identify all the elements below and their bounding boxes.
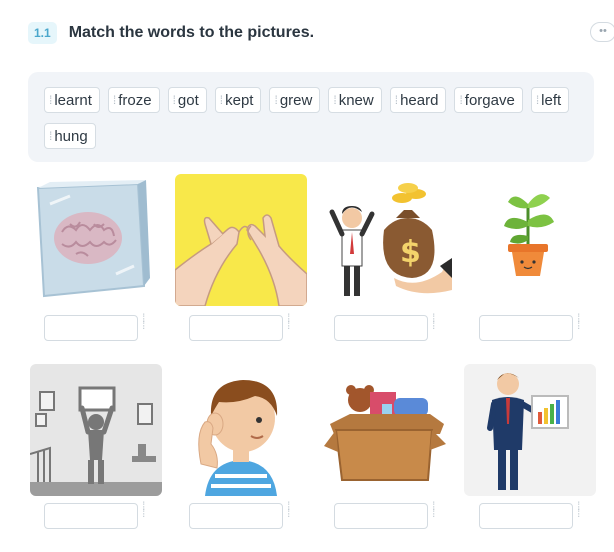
svg-text:$: $	[400, 235, 421, 270]
answer-slot-5[interactable]	[44, 503, 138, 529]
word-chip-hung[interactable]: ⁞ hung	[44, 123, 96, 149]
man-hanging-picture-icon	[30, 364, 162, 496]
word-chip-grew[interactable]: ⁞ grew	[269, 87, 321, 113]
picture-hanging	[30, 364, 162, 496]
answer-slot-7[interactable]	[334, 503, 428, 529]
drag-handle-icon: ⁞	[219, 93, 224, 107]
slot-drag-handle-icon: ⁞ ⁞	[577, 499, 581, 520]
man-money-bag-icon: $	[320, 174, 452, 306]
task-number-badge: 1.1	[28, 22, 57, 44]
picture-plant	[464, 174, 596, 306]
box-of-toys-icon	[320, 364, 452, 496]
drag-handle-icon: ⁞	[459, 93, 463, 107]
slot-drag-handle-icon: ⁞ ⁞	[287, 311, 291, 332]
word-chip-label: hung	[54, 127, 88, 145]
slot-drag-handle-icon: ⁞ ⁞	[432, 499, 436, 520]
answer-slot-4[interactable]	[479, 315, 573, 341]
word-chip-kept[interactable]: ⁞ kept	[214, 87, 262, 113]
word-chip-label: heard	[400, 91, 439, 109]
word-chip-left[interactable]: ⁞ left	[530, 87, 570, 113]
word-chip-learnt[interactable]: ⁞ learnt	[44, 87, 100, 113]
task-title: Match the words to the pictures.	[68, 24, 315, 41]
more-options-icon[interactable]: ••	[590, 22, 614, 42]
word-chip-label: knew	[338, 91, 374, 109]
answer-slot-3[interactable]	[334, 315, 428, 341]
drag-handle-icon: ⁞	[333, 93, 337, 107]
word-chip-label: learnt	[54, 91, 92, 109]
slot-drag-handle-icon: ⁞ ⁞	[432, 311, 436, 332]
word-chip-label: got	[177, 91, 199, 109]
boy-listening-icon	[175, 364, 307, 496]
answer-slot-8[interactable]	[479, 503, 573, 529]
slot-drag-handle-icon: ⁞ ⁞	[142, 311, 146, 332]
picture-frozen-brain	[20, 174, 152, 306]
drag-handle-icon: ⁞	[172, 93, 177, 107]
drag-handle-icon: ⁞	[49, 93, 53, 107]
potted-plant-icon	[464, 174, 596, 306]
picture-presenter	[464, 364, 596, 496]
drag-handle-icon: ⁞	[49, 129, 53, 143]
word-chip-label: grew	[279, 91, 313, 109]
word-chip-got[interactable]: ⁞ got	[167, 87, 207, 113]
slot-drag-handle-icon: ⁞ ⁞	[287, 499, 291, 520]
word-chip-list: ⁞ learnt ⁞ froze ⁞ got ⁞ kept ⁞ grew ⁞ knew ⁞ h…	[44, 87, 589, 159]
word-chip-knew[interactable]: ⁞ knew	[328, 87, 382, 113]
pinky-promise-icon	[175, 174, 307, 306]
exercise-header: 1.1 Match the words to the pictures.	[28, 22, 314, 44]
word-chip-label: froze	[118, 91, 152, 109]
drag-handle-icon: ⁞	[112, 93, 117, 107]
word-bank: ⁞ learnt ⁞ froze ⁞ got ⁞ kept ⁞ grew ⁞ knew ⁞ h…	[28, 72, 594, 162]
word-chip-label: kept	[225, 91, 254, 109]
picture-money-bag: $	[320, 174, 452, 306]
drag-handle-icon: ⁞	[535, 93, 540, 107]
slot-drag-handle-icon: ⁞ ⁞	[142, 499, 146, 520]
word-chip-forgave[interactable]: ⁞ forgave	[454, 87, 523, 113]
drag-handle-icon: ⁞	[274, 93, 278, 107]
word-chip-label: left	[541, 91, 562, 109]
picture-listening	[175, 364, 307, 496]
drag-handle-icon: ⁞	[394, 93, 399, 107]
word-chip-label: forgave	[464, 91, 515, 109]
slot-drag-handle-icon: ⁞ ⁞	[577, 311, 581, 332]
picture-toy-box	[320, 364, 452, 496]
answer-slot-2[interactable]	[189, 315, 283, 341]
answer-slot-1[interactable]	[44, 315, 138, 341]
frozen-brain-icon	[20, 174, 152, 306]
man-presenting-chart-icon	[464, 364, 596, 496]
word-chip-heard[interactable]: ⁞ heard	[389, 87, 447, 113]
word-chip-froze[interactable]: ⁞ froze	[107, 87, 160, 113]
answer-slot-6[interactable]	[189, 503, 283, 529]
picture-pinky-promise	[175, 174, 307, 306]
